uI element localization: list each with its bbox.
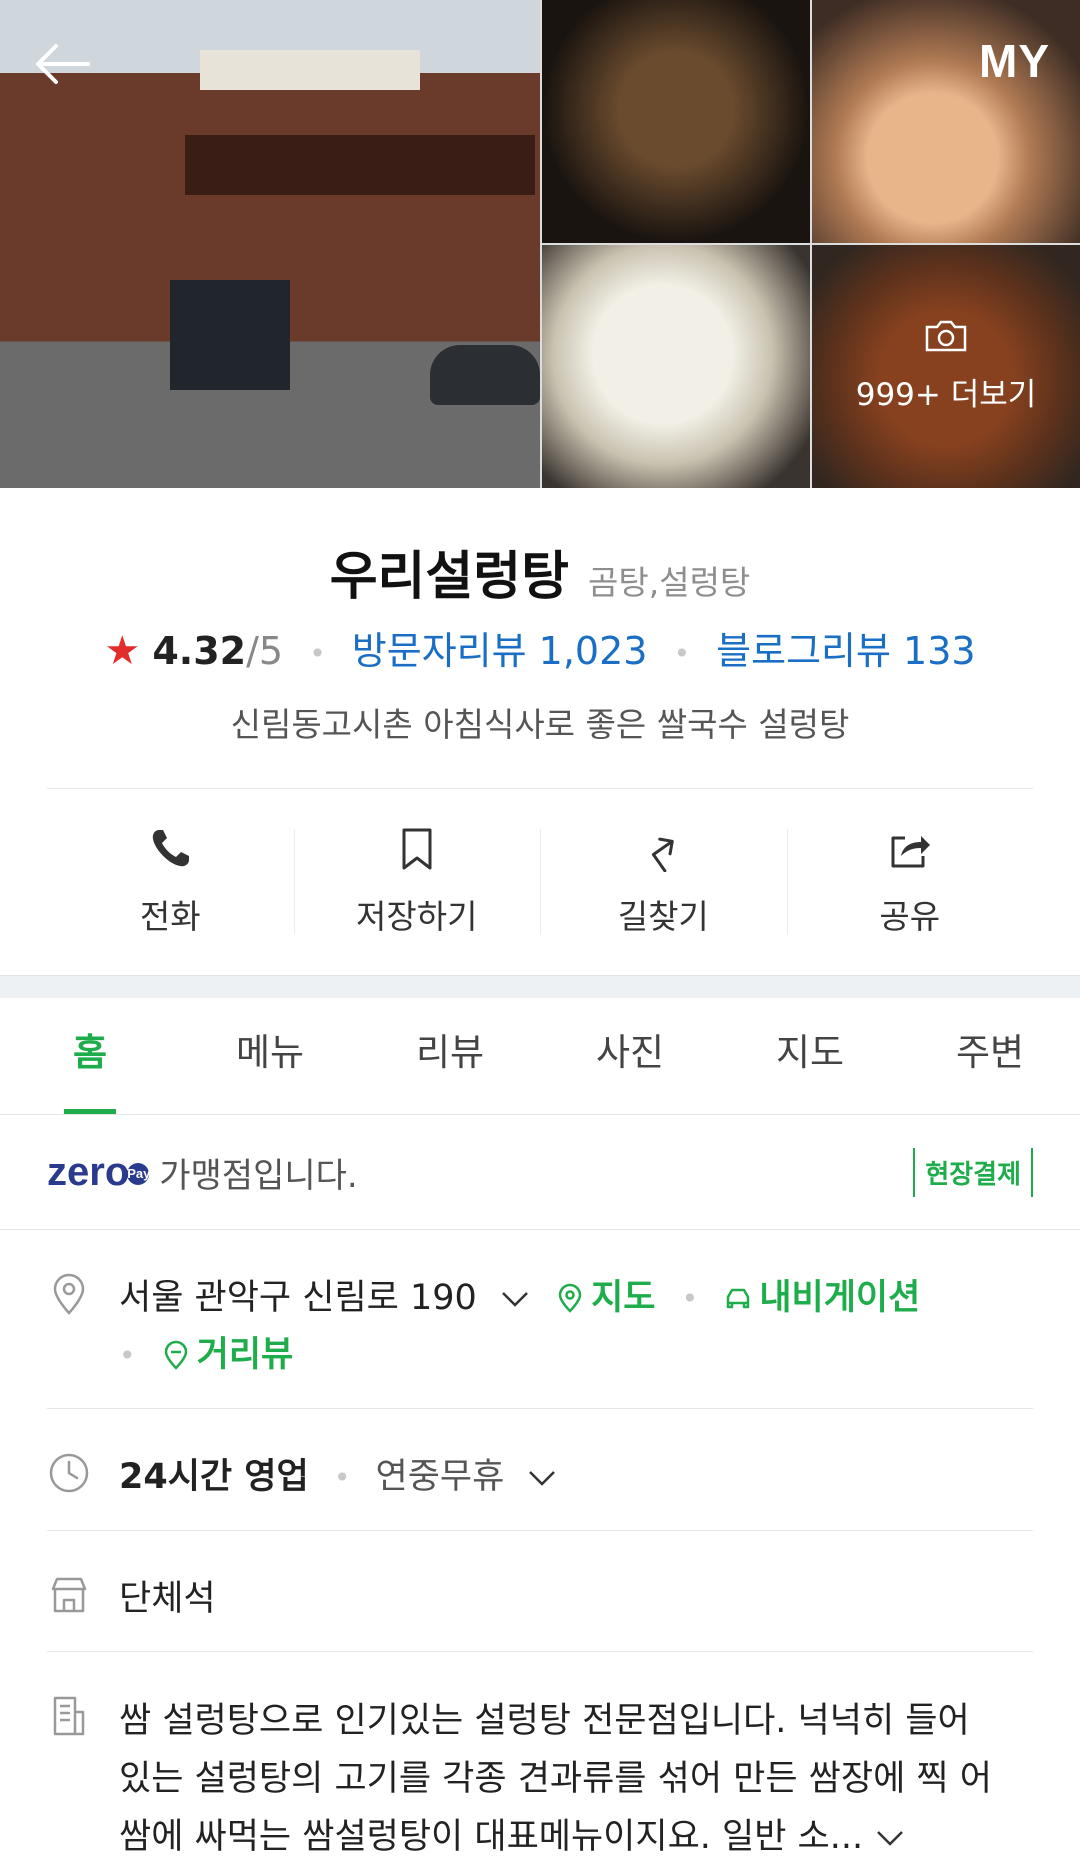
- call-button[interactable]: 전화: [47, 789, 294, 975]
- location-pin-icon: [53, 1273, 85, 1315]
- intro-text[interactable]: 쌈 설렁탕으로 인기있는 설렁탕 전문점입니다. 넉넉히 들어 있는 설렁탕의 …: [119, 1692, 992, 1866]
- call-label: 전화: [139, 897, 201, 936]
- store-icon: [51, 1577, 87, 1613]
- zeropay-text: 가맹점입니다.: [159, 1155, 358, 1196]
- share-label: 공유: [879, 897, 941, 936]
- star-icon: ★: [104, 628, 141, 674]
- hours-row: 24시간 영업 • 연중무휴: [0, 1409, 1080, 1506]
- soup-photo[interactable]: [542, 245, 810, 488]
- car-navigation-icon: [727, 1288, 750, 1309]
- chevron-down-icon[interactable]: [875, 1828, 905, 1848]
- place-description: 신림동고시촌 아침식사로 좋은 쌀국수 설렁탕: [230, 705, 850, 744]
- save-button[interactable]: 저장하기: [293, 789, 541, 975]
- place-title-row: 우리설렁탕 곰탕,설렁탕: [0, 534, 1080, 607]
- photo-gallery: 999+ 더보기 MY: [0, 0, 1080, 488]
- tab-photos[interactable]: 사진: [540, 998, 720, 1114]
- separator-dot: •: [309, 637, 326, 670]
- separator-dot: •: [681, 1282, 699, 1315]
- hours-body[interactable]: 24시간 영업 • 연중무휴: [119, 1449, 557, 1506]
- back-arrow-icon[interactable]: [30, 40, 94, 88]
- section-gap: [0, 975, 1080, 998]
- navigation-link[interactable]: 내비게이션: [723, 1278, 920, 1318]
- my-button[interactable]: MY: [979, 34, 1050, 88]
- street-view-pin-icon: [164, 1340, 187, 1370]
- tab-bar: 홈 메뉴 리뷰 사진 지도 주변: [0, 998, 1080, 1115]
- map-link-label: 지도: [591, 1278, 656, 1318]
- tab-map[interactable]: 지도: [720, 998, 900, 1114]
- rating-row: ★ 4.32/5 • 방문자리뷰 1,023 • 블로그리뷰 133: [0, 620, 1080, 674]
- tab-menu[interactable]: 메뉴: [180, 998, 360, 1114]
- place-name: 우리설렁탕: [329, 547, 569, 607]
- tab-nearby[interactable]: 주변: [900, 998, 1080, 1114]
- intro-line: 쌈에 싸먹는 쌈설렁탕이 대표메뉴이지요. 일반 소...: [119, 1817, 864, 1857]
- place-category: 곰탕,설렁탕: [588, 563, 751, 602]
- action-bar: 전화 저장하기 길찾기 공유: [47, 789, 1033, 975]
- clock-icon: [49, 1453, 89, 1493]
- share-icon: [891, 836, 930, 868]
- directions-button[interactable]: 길찾기: [540, 789, 787, 975]
- address-row: 서울 관악구 신림로 190 지도 • 내비게이션 • 거리뷰: [0, 1230, 1080, 1384]
- bookmark-icon: [402, 828, 432, 870]
- more-photos-label: 999+ 더보기: [855, 377, 1037, 413]
- facility-text: 단체석: [119, 1579, 216, 1619]
- chevron-down-icon[interactable]: [500, 1289, 530, 1309]
- address-text[interactable]: 서울 관악구 신림로 190: [119, 1278, 477, 1318]
- navigation-link-label: 내비게이션: [759, 1278, 921, 1318]
- street-view-label: 거리뷰: [196, 1335, 294, 1375]
- blog-reviews-link[interactable]: 블로그리뷰 133: [716, 629, 975, 673]
- share-button[interactable]: 공유: [786, 789, 1034, 975]
- street-view-link[interactable]: 거리뷰: [161, 1335, 294, 1375]
- address-body: 서울 관악구 신림로 190 지도 • 내비게이션 • 거리뷰: [119, 1270, 920, 1384]
- rating-score: 4.32: [152, 629, 247, 673]
- hours-status: 24시간 영업: [119, 1457, 309, 1497]
- intro-line: 있는 설렁탕의 고기를 각종 견과류를 섞어 만든 쌈장에 찍 어: [119, 1759, 992, 1799]
- visitor-reviews-link[interactable]: 방문자리뷰 1,023: [352, 629, 648, 673]
- directions-label: 길찾기: [617, 897, 709, 936]
- chevron-down-icon[interactable]: [527, 1468, 557, 1488]
- tab-home[interactable]: 홈: [0, 998, 180, 1114]
- onsite-payment-badge: 현장결제: [913, 1147, 1033, 1197]
- intro-line: 쌈 설렁탕으로 인기있는 설렁탕 전문점입니다. 넉넉히 들어: [119, 1701, 970, 1741]
- tab-reviews[interactable]: 리뷰: [360, 998, 540, 1114]
- separator-dot: •: [333, 1461, 351, 1494]
- zeropay-row: zeroPay 가맹점입니다. 현장결제: [0, 1115, 1080, 1230]
- hours-note: 연중무휴: [375, 1457, 505, 1497]
- rating-max: /5: [246, 629, 284, 673]
- map-pin-icon: [558, 1283, 582, 1313]
- night-exterior-photo[interactable]: [542, 0, 810, 243]
- map-link[interactable]: 지도: [555, 1278, 668, 1318]
- zeropay-logo-pay: Pay: [127, 1162, 150, 1185]
- document-icon: [53, 1696, 85, 1736]
- zeropay-logo-text: zero: [47, 1149, 130, 1194]
- phone-icon: [153, 830, 190, 867]
- more-photos-button[interactable]: 999+ 더보기: [812, 245, 1080, 488]
- camera-icon: [925, 320, 967, 352]
- separator-dot: •: [119, 1339, 136, 1372]
- intro-row: 쌈 설렁탕으로 인기있는 설렁탕 전문점입니다. 넉넉히 들어 있는 설렁탕의 …: [0, 1652, 1080, 1866]
- directions-icon: [652, 837, 675, 872]
- zeropay-logo: zeroPay: [47, 1149, 150, 1195]
- separator-dot: •: [673, 637, 691, 670]
- save-label: 저장하기: [356, 897, 478, 936]
- facility-row: 단체석: [0, 1531, 1080, 1627]
